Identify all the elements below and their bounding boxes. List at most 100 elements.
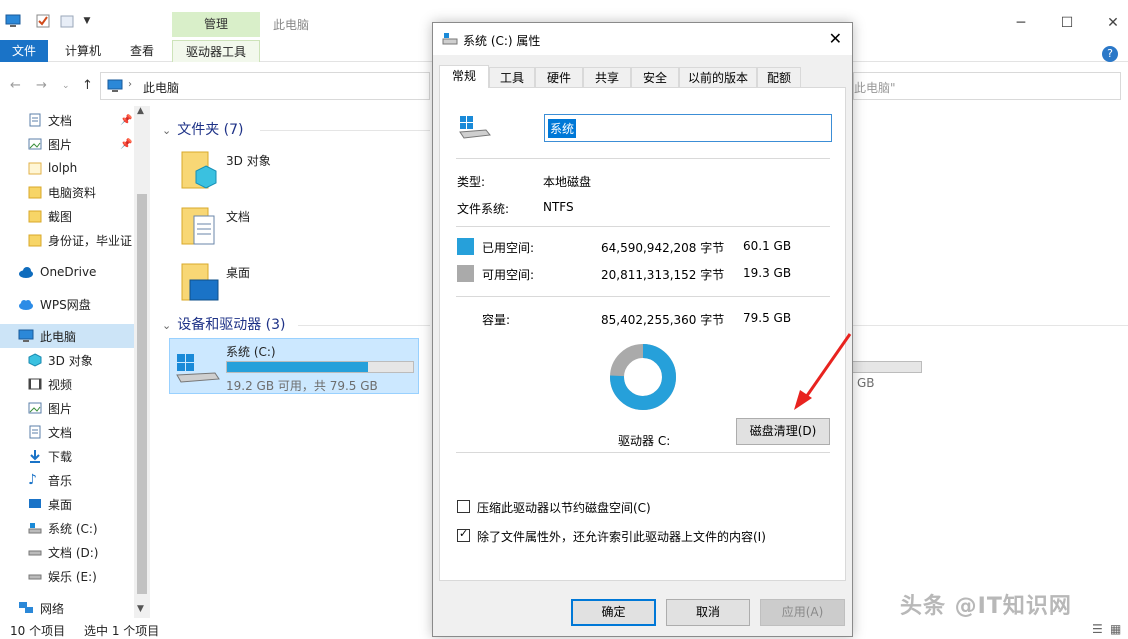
sidebar-item-id-cards[interactable]: 身份证，毕业证 <box>0 228 134 252</box>
folder-documents[interactable] <box>180 204 215 245</box>
window-title: 此电脑 <box>273 18 310 32</box>
forward-arrow-icon[interactable]: → <box>36 78 47 93</box>
tab-security[interactable]: 安全 <box>631 67 679 87</box>
sidebar-item-documents-pinned[interactable]: 文档 📌 <box>0 108 134 132</box>
ribbon-tab-drive-tools[interactable]: 驱动器工具 <box>172 40 260 62</box>
compress-checkbox[interactable] <box>457 500 470 513</box>
sidebar-item-3d-objects[interactable]: 3D 对象 <box>0 348 134 372</box>
sidebar-item-label: 此电脑 <box>40 329 77 344</box>
desktop-folder-icon <box>181 263 219 301</box>
tab-hardware[interactable]: 硬件 <box>535 67 583 87</box>
breadcrumb-chevron-icon[interactable]: › <box>128 79 132 90</box>
sidebar-item-lolph[interactable]: lolph <box>0 156 134 180</box>
search-placeholder: 此电脑" <box>854 81 896 95</box>
computer-icon <box>107 79 123 96</box>
sidebar-item-network[interactable]: 网络 <box>0 596 134 620</box>
sidebar-item-screenshots[interactable]: 截图 <box>0 204 134 228</box>
tab-tools[interactable]: 工具 <box>489 67 535 87</box>
used-space-bytes: 64,590,942,208 字节 <box>601 241 725 255</box>
details-view-icon[interactable]: ☰ <box>1092 622 1103 636</box>
quick-access-dropdown-icon[interactable]: ▼ <box>78 12 96 30</box>
ribbon-tab-computer[interactable]: 计算机 <box>55 40 111 62</box>
contextual-tab-manage: 管理 <box>172 12 260 37</box>
sidebar-item-onedrive[interactable]: OneDrive <box>0 260 134 284</box>
collapse-chevron-icon[interactable]: ⌄ <box>162 124 171 137</box>
apply-button[interactable]: 应用(A) <box>760 599 845 626</box>
used-space-label: 已用空间: <box>482 241 535 255</box>
sidebar-item-wps-cloud[interactable]: WPS网盘 <box>0 292 134 316</box>
search-box[interactable]: 此电脑" <box>853 72 1121 100</box>
tab-previous-versions[interactable]: 以前的版本 <box>679 67 757 87</box>
sidebar-item-pictures-pinned[interactable]: 图片 📌 <box>0 132 134 156</box>
sidebar-item-drive-e[interactable]: 娱乐 (E:) <box>0 564 134 588</box>
new-folder-icon[interactable] <box>58 12 76 30</box>
sidebar-item-label: 视频 <box>48 377 73 392</box>
drive-c-tile[interactable]: 系统 (C:) 19.2 GB 可用，共 79.5 GB <box>169 338 419 394</box>
devices-group-title: 设备和驱动器 (3) <box>177 317 286 333</box>
collapse-chevron-icon[interactable]: ⌄ <box>162 319 171 332</box>
document-icon <box>28 425 42 439</box>
folder-desktop[interactable] <box>180 260 219 301</box>
scroll-up-icon[interactable]: ▲ <box>137 106 144 116</box>
scroll-down-icon[interactable]: ▼ <box>137 604 144 614</box>
tab-sharing[interactable]: 共享 <box>583 67 631 87</box>
sidebar-item-label: 网络 <box>40 601 65 616</box>
sidebar-item-pictures[interactable]: 图片 <box>0 396 134 420</box>
sidebar-item-videos[interactable]: 视频 <box>0 372 134 396</box>
sidebar-item-music[interactable]: ♪ 音乐 <box>0 468 134 492</box>
sidebar-item-label: 文档 (D:) <box>48 545 99 560</box>
minimize-button[interactable]: ─ <box>998 12 1044 34</box>
volume-name-input[interactable]: 系统 <box>544 114 832 142</box>
sidebar-item-drive-d[interactable]: 文档 (D:) <box>0 540 134 564</box>
folder-icon <box>28 185 42 199</box>
document-folder-icon <box>181 207 215 245</box>
close-window-button[interactable]: ✕ <box>1090 12 1128 34</box>
devices-group-header[interactable]: ⌄ 设备和驱动器 (3) <box>162 314 286 334</box>
cancel-button[interactable]: 取消 <box>666 599 750 626</box>
network-icon <box>18 601 33 615</box>
disk-cleanup-button[interactable]: 磁盘清理(D) <box>736 418 830 445</box>
windows-drive-icon <box>175 351 221 388</box>
sidebar-item-drive-c[interactable]: 系统 (C:) <box>0 516 134 540</box>
ok-button[interactable]: 确定 <box>571 599 656 626</box>
ribbon-tab-file[interactable]: 文件 <box>0 40 48 62</box>
cloud-icon <box>18 265 33 279</box>
sidebar-item-label: 截图 <box>48 209 73 224</box>
back-arrow-icon[interactable]: ← <box>10 78 21 93</box>
recent-dropdown-icon[interactable]: ⌄ <box>62 81 70 91</box>
free-space-bytes: 20,811,313,152 字节 <box>601 268 725 282</box>
compress-label: 压缩此驱动器以节约磁盘空间(C) <box>477 501 651 515</box>
filesystem-value: NTFS <box>543 200 574 214</box>
sidebar-item-pc-docs[interactable]: 电脑资料 <box>0 180 134 204</box>
drive-name: 系统 (C:) <box>226 345 276 359</box>
maximize-button[interactable]: ☐ <box>1044 12 1090 34</box>
help-icon[interactable]: ? <box>1102 46 1118 62</box>
sidebar-item-this-pc[interactable]: 此电脑 <box>0 324 134 348</box>
scrollbar-thumb[interactable] <box>137 194 147 594</box>
index-label: 除了文件属性外，还允许索引此驱动器上文件的内容(I) <box>477 530 766 544</box>
up-arrow-icon[interactable]: ↑ <box>82 78 93 93</box>
folder-label: 桌面 <box>226 266 251 280</box>
dialog-title-bar: 系统 (C:) 属性 ✕ <box>433 23 852 55</box>
sidebar-item-desktop[interactable]: 桌面 <box>0 492 134 516</box>
drive-icon <box>442 32 458 49</box>
tab-general[interactable]: 常规 <box>439 65 489 88</box>
drive-icon <box>28 569 42 583</box>
group-divider <box>260 130 430 131</box>
dialog-close-icon[interactable]: ✕ <box>829 29 842 48</box>
folders-group-header[interactable]: ⌄ 文件夹 (7) <box>162 119 244 139</box>
drive-usage-fill <box>227 362 369 372</box>
sidebar-item-downloads[interactable]: 下载 <box>0 444 134 468</box>
properties-icon[interactable] <box>34 12 52 30</box>
folder-3d-objects[interactable] <box>180 148 217 189</box>
tab-quota[interactable]: 配额 <box>757 67 801 87</box>
sidebar-scrollbar[interactable]: ▲ ▼ <box>134 106 150 618</box>
address-text: 此电脑 <box>143 81 180 95</box>
ribbon-tab-view[interactable]: 查看 <box>120 40 164 62</box>
wps-cloud-icon <box>18 297 33 311</box>
sidebar-item-documents[interactable]: 文档 <box>0 420 134 444</box>
free-space-swatch <box>457 265 474 282</box>
index-checkbox[interactable] <box>457 527 470 542</box>
tiles-view-icon[interactable]: ▦ <box>1110 622 1121 636</box>
address-field[interactable]: › 此电脑 <box>100 72 430 100</box>
